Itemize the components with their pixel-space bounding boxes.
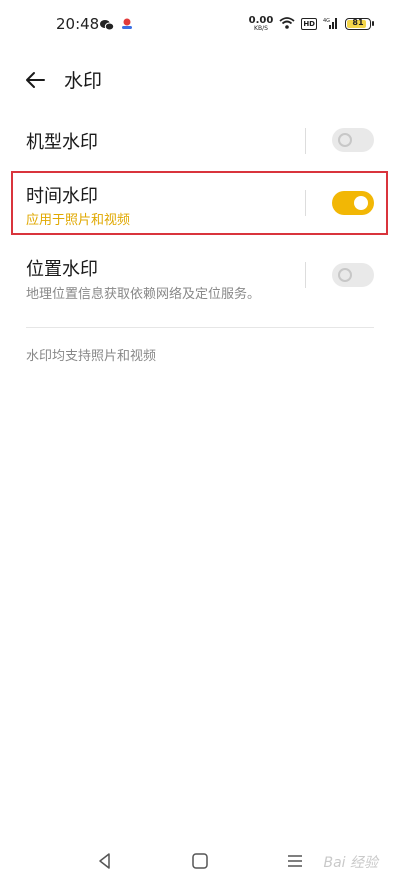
section-divider: [26, 327, 374, 328]
row-divider: [305, 128, 306, 154]
nav-home-button[interactable]: [189, 850, 211, 872]
net-speed-unit: KB/S: [254, 24, 268, 32]
app-notification-icon: [120, 16, 134, 35]
toggle-knob: [338, 268, 352, 282]
status-time: 20:48: [56, 15, 100, 33]
toggle-knob: [338, 133, 352, 147]
svg-text:4G: 4G: [323, 18, 330, 24]
location-watermark-row[interactable]: 位置水印 地理位置信息获取依赖网络及定位服务。: [0, 247, 400, 307]
screen: 20:48 0.00 KB/S HD 4G 81 水印 机型水印 时间水印 应用…: [0, 0, 400, 888]
menu-lines-icon: [288, 855, 302, 867]
signal-icon: 4G: [323, 14, 339, 33]
highlight-box: [11, 171, 388, 235]
row-divider: [305, 262, 306, 288]
triangle-back-icon: [99, 853, 110, 869]
status-bar: 20:48 0.00 KB/S HD 4G 81: [0, 0, 400, 52]
net-speed: 0.00 KB/S: [248, 14, 274, 32]
back-button[interactable]: [24, 68, 48, 92]
wifi-icon: [279, 14, 295, 33]
arrow-left-icon: [26, 72, 45, 88]
baidu-jingyan-watermark: Bai 经验: [323, 855, 378, 871]
model-watermark-toggle[interactable]: [332, 128, 374, 152]
footer-note: 水印均支持照片和视频: [26, 349, 157, 364]
wechat-icon: [100, 16, 115, 35]
model-watermark-title: 机型水印: [26, 132, 98, 153]
nav-back-button[interactable]: [94, 850, 116, 872]
hd-badge: HD: [301, 17, 317, 30]
location-watermark-title: 位置水印: [26, 259, 98, 280]
header: 水印: [0, 62, 400, 98]
status-right-icons: 0.00 KB/S HD 4G 81: [249, 14, 374, 33]
navigation-bar: Bai 经验: [0, 832, 400, 888]
location-watermark-subtitle: 地理位置信息获取依赖网络及定位服务。: [26, 287, 261, 302]
page-title: 水印: [64, 70, 103, 92]
battery-indicator: 81: [345, 17, 374, 30]
net-speed-value: 0.00: [248, 14, 274, 26]
battery-level: 81: [352, 17, 364, 27]
battery-cap: [372, 21, 374, 26]
nav-menu-button[interactable]: [284, 850, 306, 872]
battery-icon: 81: [345, 17, 371, 30]
location-watermark-toggle[interactable]: [332, 263, 374, 287]
status-left-icons: [100, 16, 134, 35]
model-watermark-row[interactable]: 机型水印: [0, 118, 400, 164]
square-home-icon: [192, 853, 208, 869]
